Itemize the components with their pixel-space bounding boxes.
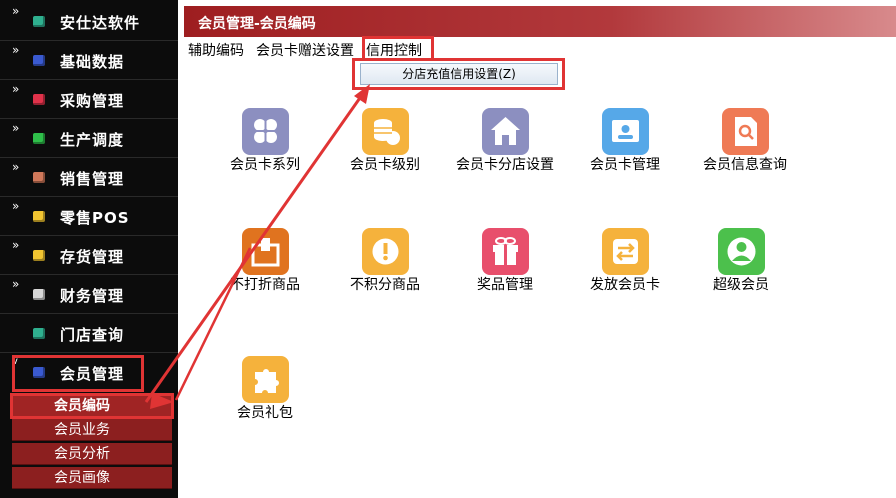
annotation-arrow bbox=[144, 84, 370, 409]
